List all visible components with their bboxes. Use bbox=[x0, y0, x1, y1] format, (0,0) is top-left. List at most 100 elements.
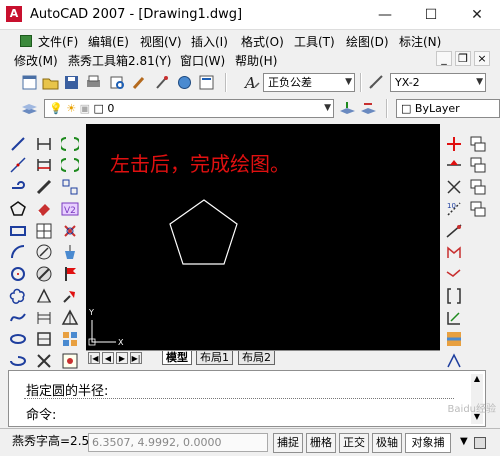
tab-layout2[interactable]: 布局2 bbox=[238, 351, 275, 365]
arrow-marker-icon[interactable] bbox=[60, 286, 80, 306]
tab-next-button[interactable]: ▶ bbox=[116, 352, 128, 364]
mirror-arc-icon[interactable] bbox=[60, 134, 80, 154]
dim-aligned-icon[interactable] bbox=[34, 155, 54, 175]
dim-style-icon[interactable] bbox=[367, 73, 386, 92]
ellipse-arc-icon[interactable] bbox=[8, 351, 28, 371]
tab-model[interactable]: 模型 bbox=[162, 351, 192, 365]
bracket-icon[interactable] bbox=[444, 286, 464, 306]
save-icon[interactable] bbox=[62, 73, 81, 92]
minimize-button[interactable]: — bbox=[362, 0, 408, 30]
window-tile-icon[interactable] bbox=[468, 155, 488, 175]
insert-block-icon[interactable] bbox=[60, 351, 80, 371]
snap-toggle[interactable]: 捕捉 bbox=[273, 433, 303, 453]
window-stack-icon[interactable] bbox=[468, 199, 488, 219]
snap-perpendicular-icon[interactable] bbox=[444, 351, 464, 371]
dim-linear-icon[interactable] bbox=[34, 134, 54, 154]
brush-icon[interactable] bbox=[130, 73, 149, 92]
cut-icon[interactable] bbox=[34, 286, 54, 306]
crop-icon[interactable] bbox=[34, 351, 54, 371]
menu-edit[interactable]: 编辑(E) bbox=[88, 33, 129, 50]
color-select[interactable]: □ ByLayer bbox=[396, 99, 500, 118]
eraser-icon[interactable] bbox=[34, 199, 54, 219]
command-prompt[interactable]: 命令: bbox=[26, 404, 56, 423]
polar-toggle[interactable]: 极轴 bbox=[372, 433, 402, 453]
tab-first-button[interactable]: |◀ bbox=[88, 352, 100, 364]
mdi-close-button[interactable]: × bbox=[474, 51, 490, 66]
no-entry-icon[interactable] bbox=[34, 264, 54, 284]
ortho-toggle[interactable]: 正交 bbox=[339, 433, 369, 453]
make-current-layer-icon[interactable] bbox=[338, 99, 357, 118]
properties-icon[interactable] bbox=[197, 73, 216, 92]
tab-last-button[interactable]: ▶| bbox=[130, 352, 142, 364]
match-properties-icon[interactable] bbox=[152, 73, 171, 92]
clean-screen-icon[interactable] bbox=[474, 437, 486, 449]
frame-icon[interactable] bbox=[34, 329, 54, 349]
polyline-icon[interactable] bbox=[8, 177, 28, 197]
menu-dimension[interactable]: 标注(N) bbox=[399, 33, 441, 50]
block-grid-icon[interactable] bbox=[60, 329, 80, 349]
maximize-button[interactable]: ☐ bbox=[408, 0, 454, 30]
menu-view[interactable]: 视图(V) bbox=[140, 33, 182, 50]
print-icon[interactable] bbox=[84, 73, 103, 92]
close-button[interactable]: ✕ bbox=[454, 0, 500, 30]
dim-style-select[interactable]: YX-2 ▼ bbox=[390, 73, 486, 92]
tab-layout1[interactable]: 布局1 bbox=[196, 351, 233, 365]
layer-select[interactable]: 💡 ☀ ▣ □ 0 ▼ bbox=[44, 99, 334, 118]
menu-file[interactable]: 文件(F) bbox=[38, 33, 78, 50]
construction-line-icon[interactable] bbox=[8, 155, 28, 175]
mdi-minimize-button[interactable]: _ bbox=[436, 51, 452, 66]
stretch-icon[interactable] bbox=[444, 308, 464, 328]
menu-modify[interactable]: 修改(M) bbox=[14, 52, 58, 69]
offset-arc-icon[interactable] bbox=[60, 155, 80, 175]
rectangle-icon[interactable] bbox=[8, 221, 28, 241]
circle-icon[interactable] bbox=[8, 264, 28, 284]
menu-window[interactable]: 窗口(W) bbox=[180, 52, 225, 69]
bucket-icon[interactable] bbox=[60, 242, 80, 262]
tool-palette-icon[interactable] bbox=[175, 73, 194, 92]
text-style-select[interactable]: 正负公差 ▼ bbox=[263, 73, 355, 92]
flag-icon[interactable] bbox=[60, 264, 80, 284]
window-arrange-icon[interactable] bbox=[468, 177, 488, 197]
new-file-icon[interactable] bbox=[20, 73, 39, 92]
snap-tangent-icon[interactable] bbox=[444, 264, 464, 284]
menu-help[interactable]: 帮助(H) bbox=[235, 52, 277, 69]
window-cascade-icon[interactable] bbox=[468, 134, 488, 154]
snap-quadrant-icon[interactable] bbox=[444, 242, 464, 262]
grid-toggle[interactable]: 栅格 bbox=[306, 433, 336, 453]
polygon-icon[interactable] bbox=[8, 199, 28, 219]
menu-insert[interactable]: 插入(I) bbox=[191, 33, 228, 50]
color-block-icon[interactable] bbox=[444, 329, 464, 349]
tab-prev-button[interactable]: ◀ bbox=[102, 352, 114, 364]
menu-tools[interactable]: 工具(T) bbox=[294, 33, 335, 50]
snap-intersection-icon[interactable] bbox=[444, 177, 464, 197]
text-style-icon[interactable]: A bbox=[242, 73, 261, 92]
revcloud-icon[interactable] bbox=[8, 286, 28, 306]
layer-manager-icon[interactable] bbox=[20, 99, 39, 118]
scale-icon[interactable] bbox=[34, 242, 54, 262]
menu-format[interactable]: 格式(O) bbox=[241, 33, 284, 50]
osnap-toggle[interactable]: 对象捕 bbox=[405, 433, 451, 453]
triangle-split-icon[interactable] bbox=[60, 308, 80, 328]
layer-previous-icon[interactable] bbox=[359, 99, 378, 118]
ellipse-icon[interactable] bbox=[8, 329, 28, 349]
knot-icon[interactable] bbox=[60, 221, 80, 241]
spline-icon[interactable] bbox=[8, 308, 28, 328]
array-icon[interactable] bbox=[60, 177, 80, 197]
open-file-icon[interactable] bbox=[41, 73, 60, 92]
line-icon[interactable] bbox=[8, 134, 28, 154]
command-scrollbar[interactable]: ▲ ▼ bbox=[471, 374, 483, 424]
menu-draw[interactable]: 绘图(D) bbox=[346, 33, 389, 50]
snap-endpoint-icon[interactable] bbox=[444, 134, 464, 154]
mdi-restore-button[interactable]: ❐ bbox=[455, 51, 471, 66]
snap-midpoint-icon[interactable] bbox=[444, 155, 464, 175]
snap-extension-icon[interactable]: 10 bbox=[444, 199, 464, 219]
scroll-up-icon[interactable]: ▲ bbox=[471, 374, 483, 384]
hatch-icon[interactable] bbox=[34, 308, 54, 328]
status-menu-icon[interactable]: ▼ bbox=[460, 433, 468, 452]
plot-preview-icon[interactable] bbox=[108, 73, 127, 92]
tool-ruler-icon[interactable] bbox=[34, 177, 54, 197]
arc-icon[interactable] bbox=[8, 242, 28, 262]
v2-icon[interactable]: V2 bbox=[60, 199, 80, 219]
table-grid-icon[interactable] bbox=[34, 221, 54, 241]
snap-center-icon[interactable] bbox=[444, 221, 464, 241]
